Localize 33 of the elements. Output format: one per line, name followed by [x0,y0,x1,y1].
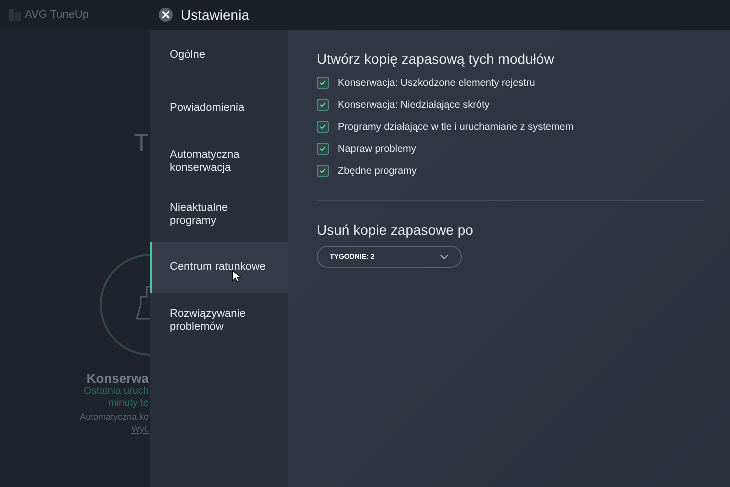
section-heading: Usuń kopie zapasowe po [317,222,474,238]
checkbox-label: Napraw problemy [338,144,416,154]
status-text: Ostatnia uruch [84,386,149,398]
settings-title: Ustawienia [181,7,250,23]
checkbox-label: Konserwacja: Uszkodzone elementy rejestru [338,78,536,88]
check-icon [319,79,327,87]
close-button[interactable] [159,8,173,22]
checkbox[interactable] [317,99,329,111]
sidebar-item[interactable]: Automatyczna konserwacja [150,136,288,187]
card-title: Konserwa [86,371,149,386]
sidebar-item[interactable]: Powiadomienia [150,83,288,134]
checkbox[interactable] [317,165,329,177]
section-heading: Utwórz kopię zapasową tych modułów [317,51,556,67]
check-icon [319,145,327,153]
status-text: minuty te [108,398,149,410]
checkbox[interactable] [317,143,329,155]
checkbox[interactable] [317,77,329,89]
check-icon [319,167,327,175]
checkbox-label: Konserwacja: Niedziałające skróty [338,100,490,110]
cursor-icon [232,270,241,283]
sidebar-item[interactable]: Ogólne [150,30,288,81]
check-icon [319,123,327,131]
chevron-icon [440,254,449,260]
checkbox[interactable] [317,121,329,133]
app-title: AVG TuneUp [25,9,89,21]
sidebar-item[interactable]: Centrum ratunkowe [150,242,288,293]
sidebar-item[interactable]: Rozwiązywanie problemów [150,295,288,346]
setting-text: Automatyczna ko [80,412,149,422]
page-heading: T [134,129,149,159]
checkbox-label: Zbędne programy [338,166,417,176]
check-icon [319,101,327,109]
sidebar-item[interactable]: Nieaktualne programy [150,189,288,240]
checkbox-label: Programy działające w tle i uruchamiane z systemem [338,122,574,132]
